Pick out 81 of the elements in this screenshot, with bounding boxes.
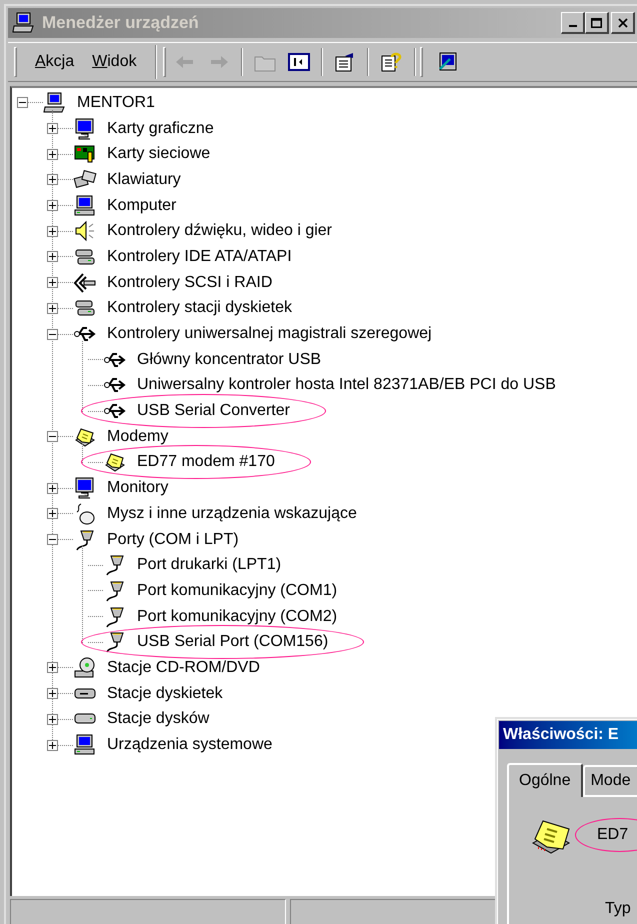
tree-item-label[interactable]: Port komunikacyjny (COM2) — [137, 604, 338, 629]
tree-item-label[interactable]: Kontrolery uniwersalnej magistrali szeregowej — [107, 322, 432, 346]
minimize-icon — [568, 24, 576, 26]
expand-toggle[interactable] — [46, 148, 58, 160]
plus-icon — [48, 664, 56, 672]
plus-icon — [48, 304, 56, 312]
tree-item-label[interactable]: Port drukarki (LPT1) — [137, 553, 282, 578]
menu-item[interactable]: Widok — [84, 48, 145, 76]
collapse-toggle[interactable] — [46, 534, 58, 546]
plus-icon — [48, 228, 56, 235]
maximize-button[interactable] — [585, 12, 609, 34]
device-name: ED7 — [597, 826, 628, 843]
window-title: Menedżer urządzeń — [42, 12, 199, 34]
menu-item[interactable]: Akcja — [27, 48, 82, 76]
close-icon — [616, 18, 628, 28]
plus-icon — [48, 279, 56, 286]
field-label: Typ — [605, 899, 632, 919]
computer-icon — [43, 90, 67, 115]
collapse-toggle[interactable] — [16, 97, 28, 108]
tree-item-label[interactable]: Karty sieciowe — [107, 142, 210, 166]
plus-icon — [48, 742, 56, 749]
collapse-toggle[interactable] — [46, 431, 58, 442]
expand-toggle[interactable] — [46, 277, 58, 288]
expand-toggle[interactable] — [46, 740, 58, 751]
plus-icon — [48, 150, 56, 158]
computer-icon — [73, 194, 97, 218]
tree-item-label[interactable]: Komputer — [107, 194, 176, 218]
computer-icon — [73, 733, 97, 758]
tree-item-label[interactable]: Klawiatury — [107, 168, 181, 192]
plus-icon — [48, 125, 56, 132]
plus-icon — [48, 202, 56, 210]
close-button[interactable] — [611, 12, 635, 34]
expand-toggle[interactable] — [46, 302, 58, 314]
dialog-tab[interactable]: Mode — [582, 765, 637, 795]
tree-item-label[interactable]: Kontrolery IDE ATA/ATAPI — [107, 244, 292, 269]
tree-item-label[interactable]: Kontrolery stacji dyskietek — [107, 296, 292, 320]
cd-drive-icon — [73, 656, 97, 680]
dialog-title: Właściwości: E — [503, 725, 619, 745]
plus-icon — [48, 690, 56, 698]
speaker-icon — [73, 219, 97, 244]
panel-toggle-icon — [286, 51, 311, 73]
tree-item-label[interactable]: ED77 modem #170 — [137, 450, 275, 474]
tree-item-label[interactable]: Modemy — [107, 424, 168, 449]
plus-icon — [48, 716, 56, 723]
tree-item-label[interactable]: Porty (COM i LPT) — [107, 528, 239, 552]
scsi-connector-icon — [73, 270, 97, 295]
plus-icon — [48, 253, 56, 260]
help-icon — [378, 51, 403, 73]
expand-toggle[interactable] — [46, 714, 58, 725]
tree-item-label[interactable]: Urządzenia systemowe — [107, 733, 272, 758]
expand-toggle[interactable] — [46, 200, 58, 212]
tree-item-label[interactable]: Stacje dysków — [107, 707, 210, 732]
maximize-icon — [591, 18, 602, 28]
plus-icon — [48, 510, 56, 518]
plus-icon — [48, 176, 56, 184]
tree-item-label[interactable]: Główny koncentrator USB — [137, 348, 322, 372]
expand-toggle[interactable] — [46, 123, 58, 134]
expand-toggle[interactable] — [46, 508, 58, 520]
expand-toggle[interactable] — [46, 251, 58, 262]
dialog-tab[interactable]: Ogólne — [507, 763, 583, 797]
expand-toggle[interactable] — [46, 688, 58, 700]
expand-toggle[interactable] — [46, 482, 58, 494]
computer-icon — [12, 12, 36, 34]
tree-item-label[interactable]: MENTOR1 — [77, 90, 155, 115]
plus-icon — [48, 484, 56, 492]
tree-item-label[interactable]: Stacje dyskietek — [107, 682, 223, 706]
tree-item-label[interactable]: Stacje CD-ROM/DVD — [107, 656, 260, 680]
tree-item-label[interactable]: USB Serial Converter — [137, 399, 290, 424]
tree-item-label[interactable]: USB Serial Port (COM156) — [137, 630, 328, 654]
expand-toggle[interactable] — [46, 174, 58, 186]
tree-item-label[interactable]: Port komunikacyjny (COM1) — [137, 578, 338, 603]
tree-item-label[interactable]: Kontrolery dźwięku, wideo i gier — [107, 219, 332, 244]
tree-item-label[interactable]: Karty graficzne — [107, 116, 214, 141]
collapse-toggle[interactable] — [46, 328, 58, 340]
expand-toggle[interactable] — [46, 226, 58, 237]
tree-item-label[interactable]: Monitory — [107, 476, 168, 500]
tree-item-label[interactable]: Mysz i inne urządzenia wskazujące — [107, 502, 357, 526]
tree-item-label[interactable]: Uniwersalny kontroler hosta Intel 82371AB/EB PCI do USB — [137, 373, 556, 398]
expand-toggle[interactable] — [46, 662, 58, 674]
minimize-button[interactable] — [561, 12, 585, 34]
tree-item-label[interactable]: Kontrolery SCSI i RAID — [107, 270, 272, 295]
